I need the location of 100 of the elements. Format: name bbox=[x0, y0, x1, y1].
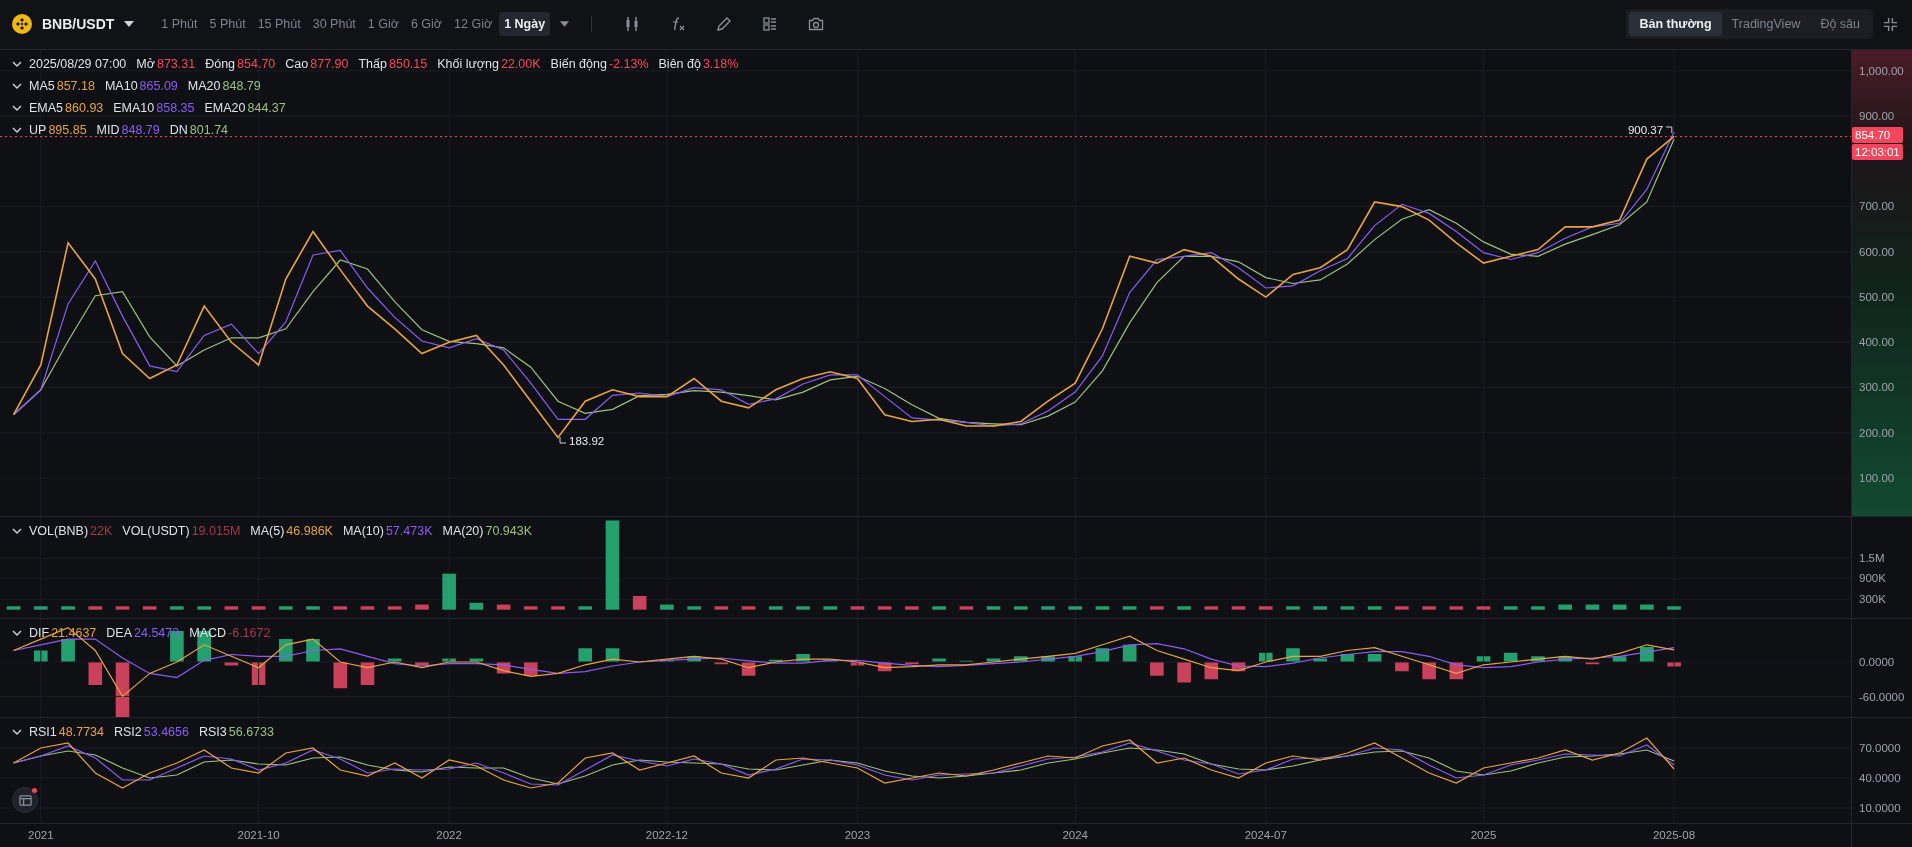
legend-label: Thấp bbox=[358, 56, 387, 71]
candlestick-icon[interactable] bbox=[624, 16, 641, 33]
legend-value: -2.13% bbox=[608, 56, 649, 71]
legend-value: 865.09 bbox=[139, 78, 178, 93]
legend-label: EMA20 bbox=[204, 100, 246, 115]
volume-bar bbox=[1531, 605, 1545, 610]
legend-label: UP bbox=[29, 122, 47, 137]
axis-label: 2023 bbox=[844, 829, 871, 841]
legend-value: 844.37 bbox=[247, 100, 286, 115]
volume-bar bbox=[1476, 605, 1491, 610]
camera-icon[interactable] bbox=[808, 16, 825, 33]
volume-bar bbox=[1340, 605, 1355, 610]
volume-bar bbox=[333, 605, 348, 610]
volume-bar bbox=[1122, 605, 1137, 610]
volume-bar bbox=[197, 605, 211, 610]
volume-bar bbox=[224, 605, 239, 610]
volume-bar bbox=[877, 605, 892, 610]
axis-label: -60.0000 bbox=[1859, 690, 1905, 703]
legend-label: Mở bbox=[136, 56, 155, 71]
layout-icon[interactable] bbox=[762, 16, 779, 33]
trading-pair[interactable]: BNB/USDT bbox=[42, 16, 115, 33]
volume-bar bbox=[34, 605, 48, 610]
legend-label: Biên độ bbox=[658, 56, 701, 71]
volume-bar bbox=[850, 605, 865, 610]
legend-label: Khối lượng bbox=[437, 56, 499, 71]
axis-label: 900.00 bbox=[1859, 109, 1895, 122]
chevron-icon[interactable] bbox=[12, 60, 22, 67]
volume-bar bbox=[905, 605, 919, 610]
chevron-icon[interactable] bbox=[12, 527, 22, 534]
interval-tab[interactable]: 12 Giờ bbox=[449, 12, 498, 37]
volume-bar bbox=[741, 605, 756, 610]
volume-bar bbox=[796, 605, 810, 610]
volume-bar bbox=[1585, 604, 1600, 610]
legend-value: 873.31 bbox=[156, 56, 196, 71]
chevron-icon[interactable] bbox=[12, 630, 22, 637]
volume-bar bbox=[61, 605, 75, 610]
legend-value: 848.79 bbox=[222, 78, 261, 93]
axis-label: 2021-10 bbox=[237, 829, 280, 841]
axis-label: 2021 bbox=[28, 829, 54, 841]
legend-label: MA20 bbox=[187, 78, 221, 93]
legend-value: 70.943K bbox=[485, 523, 533, 538]
axis-label: 2022 bbox=[436, 829, 462, 841]
volume-bar bbox=[1503, 605, 1518, 610]
legend-label: EMA5 bbox=[29, 100, 64, 115]
interval-tab[interactable]: 6 Giờ bbox=[405, 12, 448, 37]
view-tab[interactable]: Bản thường bbox=[1629, 12, 1722, 37]
interval-tab[interactable]: 5 Phút bbox=[204, 12, 251, 37]
legend-value: 877.90 bbox=[310, 56, 349, 71]
legend-value: -6.1672 bbox=[228, 626, 271, 641]
view-tab[interactable]: TradingView bbox=[1721, 12, 1811, 37]
volume-bar bbox=[1422, 605, 1436, 610]
countdown-tag: 12:03:01 bbox=[1852, 144, 1903, 161]
axis-label: 2022-12 bbox=[645, 829, 688, 841]
interval-tab[interactable]: 1 Giờ bbox=[362, 12, 404, 37]
floating-button[interactable] bbox=[12, 787, 38, 813]
volume-bar bbox=[1313, 605, 1327, 610]
chevron-icon[interactable] bbox=[12, 104, 22, 111]
interval-tab[interactable]: 15 Phút bbox=[252, 12, 306, 37]
volume-bar bbox=[551, 605, 565, 610]
view-tab[interactable]: Độ sâu bbox=[1810, 12, 1870, 37]
volume-bar bbox=[823, 605, 838, 610]
legend-value: 53.4656 bbox=[143, 725, 189, 739]
pointer-icon bbox=[1666, 126, 1675, 135]
fullscreen-icon[interactable] bbox=[1883, 16, 1898, 32]
legend-value: 3.18% bbox=[702, 56, 739, 71]
legend-value: 19.015M bbox=[191, 523, 241, 538]
volume-bar bbox=[632, 595, 647, 610]
volume-bar bbox=[1640, 604, 1654, 610]
legend-value: 858.35 bbox=[156, 100, 195, 115]
legend-value: 857.18 bbox=[56, 78, 95, 93]
volume-bar bbox=[1286, 605, 1300, 610]
chevron-icon[interactable] bbox=[12, 729, 22, 735]
volume-bar bbox=[714, 605, 729, 610]
legend-label: RSI3 bbox=[198, 725, 227, 739]
volume-bar bbox=[279, 605, 293, 610]
legend-label: MA(20) bbox=[442, 523, 484, 538]
axis-label: 300.00 bbox=[1859, 381, 1895, 394]
caret-icon[interactable] bbox=[560, 21, 570, 28]
legend-label: RSI2 bbox=[114, 725, 142, 739]
volume-bar bbox=[142, 605, 157, 610]
volume-bar bbox=[687, 605, 701, 610]
interval-tab[interactable]: 1 Phút bbox=[156, 12, 203, 37]
interval-tab[interactable]: 30 Phút bbox=[307, 12, 361, 37]
timestamp: 2025/08/29 07:00 bbox=[29, 56, 127, 71]
chevron-icon[interactable] bbox=[12, 126, 22, 133]
volume-bar bbox=[1204, 605, 1219, 610]
function-icon[interactable] bbox=[670, 16, 687, 33]
volume-bar bbox=[1068, 605, 1082, 610]
axis-label: 10.0000 bbox=[1859, 802, 1901, 814]
axis-label: 600.00 bbox=[1859, 245, 1895, 258]
volume-bar bbox=[1612, 604, 1627, 610]
caret-icon[interactable] bbox=[124, 21, 135, 28]
interval-tab[interactable]: 1 Ngày bbox=[499, 12, 551, 37]
chevron-icon[interactable] bbox=[12, 82, 22, 89]
volume-bar bbox=[578, 605, 593, 610]
legend-label: VOL(BNB) bbox=[29, 523, 89, 538]
current-price-tag: 854.70 bbox=[1852, 127, 1903, 144]
pencil-icon[interactable] bbox=[716, 16, 733, 33]
legend-label: Đóng bbox=[205, 56, 236, 71]
volume-bar bbox=[1095, 605, 1110, 610]
